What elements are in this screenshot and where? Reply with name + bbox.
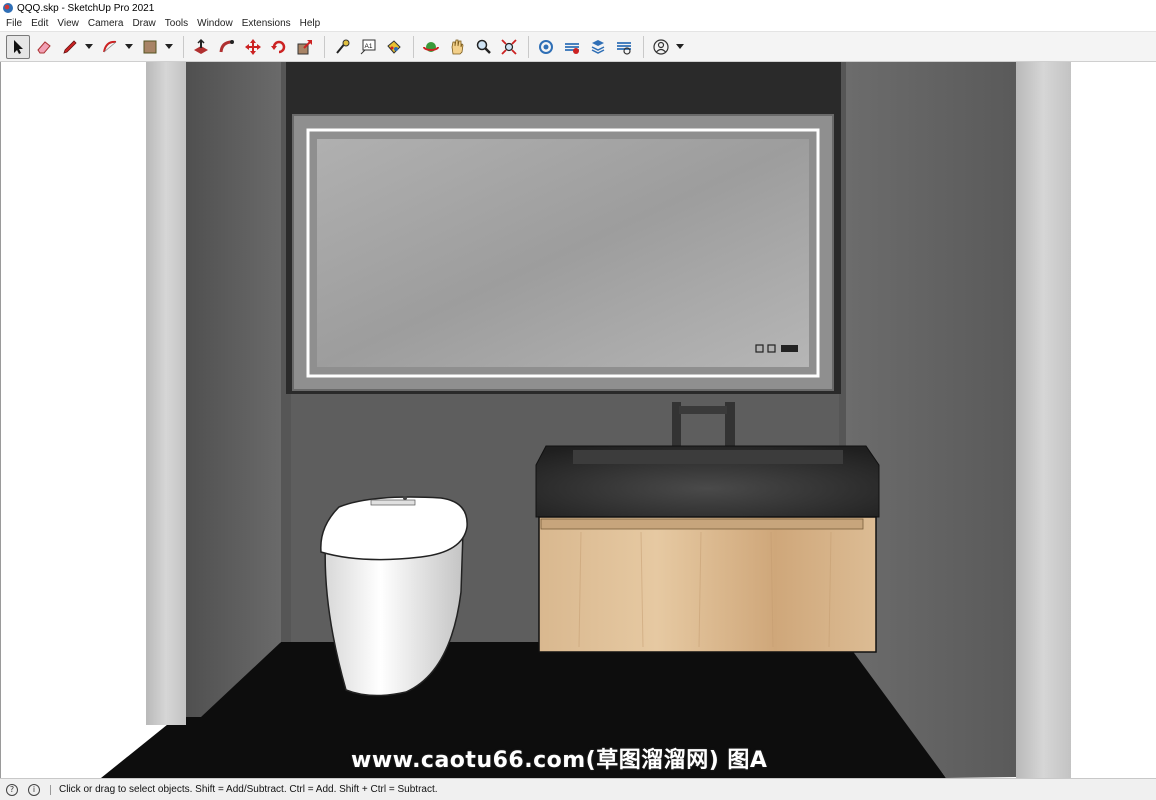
sink-basin: [573, 450, 843, 464]
menu-help[interactable]: Help: [300, 18, 321, 29]
chevron-down-icon: [125, 43, 133, 49]
warehouse-icon: [539, 39, 553, 54]
select-tool-button[interactable]: [6, 34, 30, 59]
faucet-spout: [679, 406, 727, 414]
arc-icon: [103, 40, 117, 52]
arrow-cursor-icon: [14, 39, 23, 54]
toilet-sensor: [403, 496, 407, 500]
left-wall: [183, 62, 281, 717]
cabinet-drawer-edge: [540, 518, 864, 530]
push-pull-icon: [194, 38, 208, 54]
move-tool-button[interactable]: [241, 35, 265, 59]
extension-warehouse-button[interactable]: [560, 35, 584, 59]
title-bar: QQQ.skp - SketchUp Pro 2021: [0, 0, 1156, 16]
push-pull-tool-button[interactable]: [189, 35, 213, 59]
account-dropdown[interactable]: [675, 35, 685, 59]
status-bar: ? i Click or drag to select objects. Shi…: [0, 778, 1156, 800]
eraser-icon: [37, 40, 51, 53]
text-icon: A1: [360, 39, 376, 54]
watermark-text: www.caotu66.com(草图溜溜网) 图A: [351, 748, 768, 773]
user-account-icon: [653, 38, 669, 55]
pencil-icon: [63, 39, 77, 54]
rotate-tool-button[interactable]: [267, 35, 291, 59]
menu-draw[interactable]: Draw: [132, 18, 155, 29]
toolbar-separator: [413, 35, 414, 58]
arc-tool-dropdown[interactable]: [124, 35, 134, 59]
3d-warehouse-button[interactable]: [534, 35, 558, 59]
chevron-down-icon: [85, 43, 93, 49]
toolbar-separator: [183, 35, 184, 58]
pan-hand-icon: [451, 39, 464, 54]
extension-manager-button[interactable]: [612, 35, 636, 59]
zoom-extents-tool-button[interactable]: [497, 35, 521, 59]
rectangle-icon: [143, 40, 157, 53]
account-button[interactable]: [649, 35, 673, 59]
text-tool-label: A1: [365, 43, 373, 50]
rectangle-tool-dropdown[interactable]: [164, 35, 174, 59]
extension-warehouse-icon: [565, 42, 579, 54]
sketchup-app-icon: [3, 3, 13, 13]
paint-bucket-icon: [387, 39, 401, 54]
mirror-glass: [317, 139, 809, 367]
help-icon[interactable]: ?: [6, 783, 18, 796]
chevron-down-icon: [676, 43, 684, 49]
pan-tool-button[interactable]: [445, 35, 469, 59]
line-tool-button[interactable]: [58, 35, 82, 59]
extension-manager-icon: [617, 41, 631, 55]
scale-icon: [297, 39, 312, 54]
scale-tool-button[interactable]: [293, 35, 317, 59]
menu-camera[interactable]: Camera: [88, 18, 124, 29]
menu-tools[interactable]: Tools: [165, 18, 188, 29]
bathroom-scene: [101, 62, 1071, 778]
paint-bucket-tool-button[interactable]: [382, 35, 406, 59]
main-toolbar: A1: [0, 32, 1156, 62]
toilet-control-panel: [370, 499, 416, 506]
window-title: QQQ.skp - SketchUp Pro 2021: [17, 2, 155, 14]
text-tool-button[interactable]: A1: [356, 35, 380, 59]
zoom-extents-icon: [501, 38, 517, 55]
toolbar-separator: [324, 35, 325, 58]
toolbar-separator: [528, 35, 529, 58]
vanity-cabinet: [538, 516, 877, 653]
status-separator: [50, 784, 51, 795]
right-pillar: [1016, 62, 1071, 778]
follow-me-tool-button[interactable]: [215, 35, 239, 59]
left-pillar: [146, 62, 186, 725]
tape-measure-tool-button[interactable]: [330, 35, 354, 59]
zoom-tool-button[interactable]: [471, 35, 495, 59]
eraser-tool-button[interactable]: [32, 35, 56, 59]
toilet-lid: [320, 496, 468, 561]
follow-me-icon: [219, 39, 234, 52]
menu-file[interactable]: File: [6, 18, 22, 29]
menu-window[interactable]: Window: [197, 18, 233, 29]
model-viewport[interactable]: www.caotu66.com(草图溜溜网) 图A: [0, 62, 1156, 778]
zoom-icon: [476, 39, 491, 54]
orbit-icon: [423, 41, 439, 52]
arc-tool-button[interactable]: [98, 35, 122, 59]
right-wall: [846, 62, 1016, 778]
chevron-down-icon: [165, 43, 173, 49]
orbit-tool-button[interactable]: [419, 35, 443, 59]
rectangle-tool-button[interactable]: [138, 35, 162, 59]
info-icon[interactable]: i: [28, 783, 40, 796]
tape-measure-icon: [336, 39, 350, 54]
layout-icon: [591, 39, 605, 54]
mirror-display: [781, 345, 798, 352]
layout-button[interactable]: [586, 35, 610, 59]
menu-edit[interactable]: Edit: [31, 18, 48, 29]
line-tool-dropdown[interactable]: [84, 35, 94, 59]
move-icon: [245, 38, 261, 55]
menu-extensions[interactable]: Extensions: [242, 18, 291, 29]
rotate-icon: [271, 40, 286, 53]
toolbar-separator: [643, 35, 644, 58]
menu-bar: File Edit View Camera Draw Tools Window …: [0, 16, 1156, 32]
menu-view[interactable]: View: [57, 18, 79, 29]
status-message: Click or drag to select objects. Shift =…: [59, 784, 438, 795]
